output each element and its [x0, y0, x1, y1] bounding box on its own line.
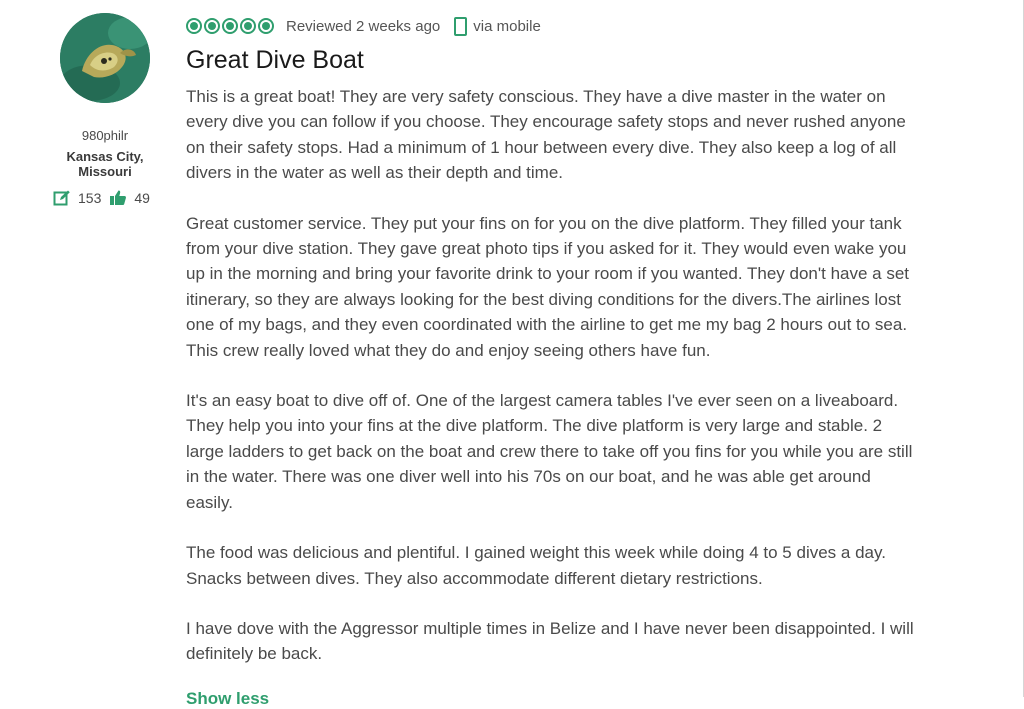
reviewer-username[interactable]: 980philr: [40, 128, 170, 143]
contributions-count: 153: [78, 190, 102, 206]
mobile-phone-icon: [454, 16, 468, 36]
review-container: Reviewed 2 weeks ago via mobile Great Di…: [186, 14, 916, 692]
review-meta: Reviewed 2 weeks ago via mobile: [186, 14, 916, 38]
avatar-photo-icon: [60, 13, 150, 103]
contributions-icon: [53, 189, 71, 207]
show-less-link[interactable]: Show less: [186, 689, 269, 709]
review-paragraph: I have dove with the Aggressor multiple …: [186, 618, 914, 664]
rating-bubble-icon: [258, 18, 274, 34]
rating-bubble-icon: [240, 18, 256, 34]
review-title[interactable]: Great Dive Boat: [186, 44, 916, 76]
via-mobile-label: via mobile: [473, 17, 541, 35]
review-paragraph: It's an easy boat to dive off of. One of…: [186, 391, 913, 512]
review-paragraph: The food was delicious and plentiful. I …: [186, 543, 886, 588]
rating-bubble-icon: [222, 18, 238, 34]
helpful-votes-count: 49: [134, 190, 150, 206]
review-body: This is a great boat! They are very safe…: [186, 84, 916, 667]
review-date: Reviewed 2 weeks ago: [286, 17, 441, 35]
reviewer-avatar[interactable]: [60, 13, 150, 103]
via-mobile: via mobile: [454, 16, 541, 36]
rating-bubble-icon: [204, 18, 220, 34]
reviewer-stats: 153 49: [53, 189, 158, 207]
rating-bubble-icon: [186, 18, 202, 34]
thumbs-up-icon: [109, 189, 127, 207]
reviewer-location: Kansas City, Missouri: [66, 149, 144, 179]
review-paragraph: Great customer service. They put your fi…: [186, 213, 910, 360]
rating-bubbles: [186, 18, 276, 34]
review-paragraph: This is a great boat! They are very safe…: [186, 87, 906, 183]
